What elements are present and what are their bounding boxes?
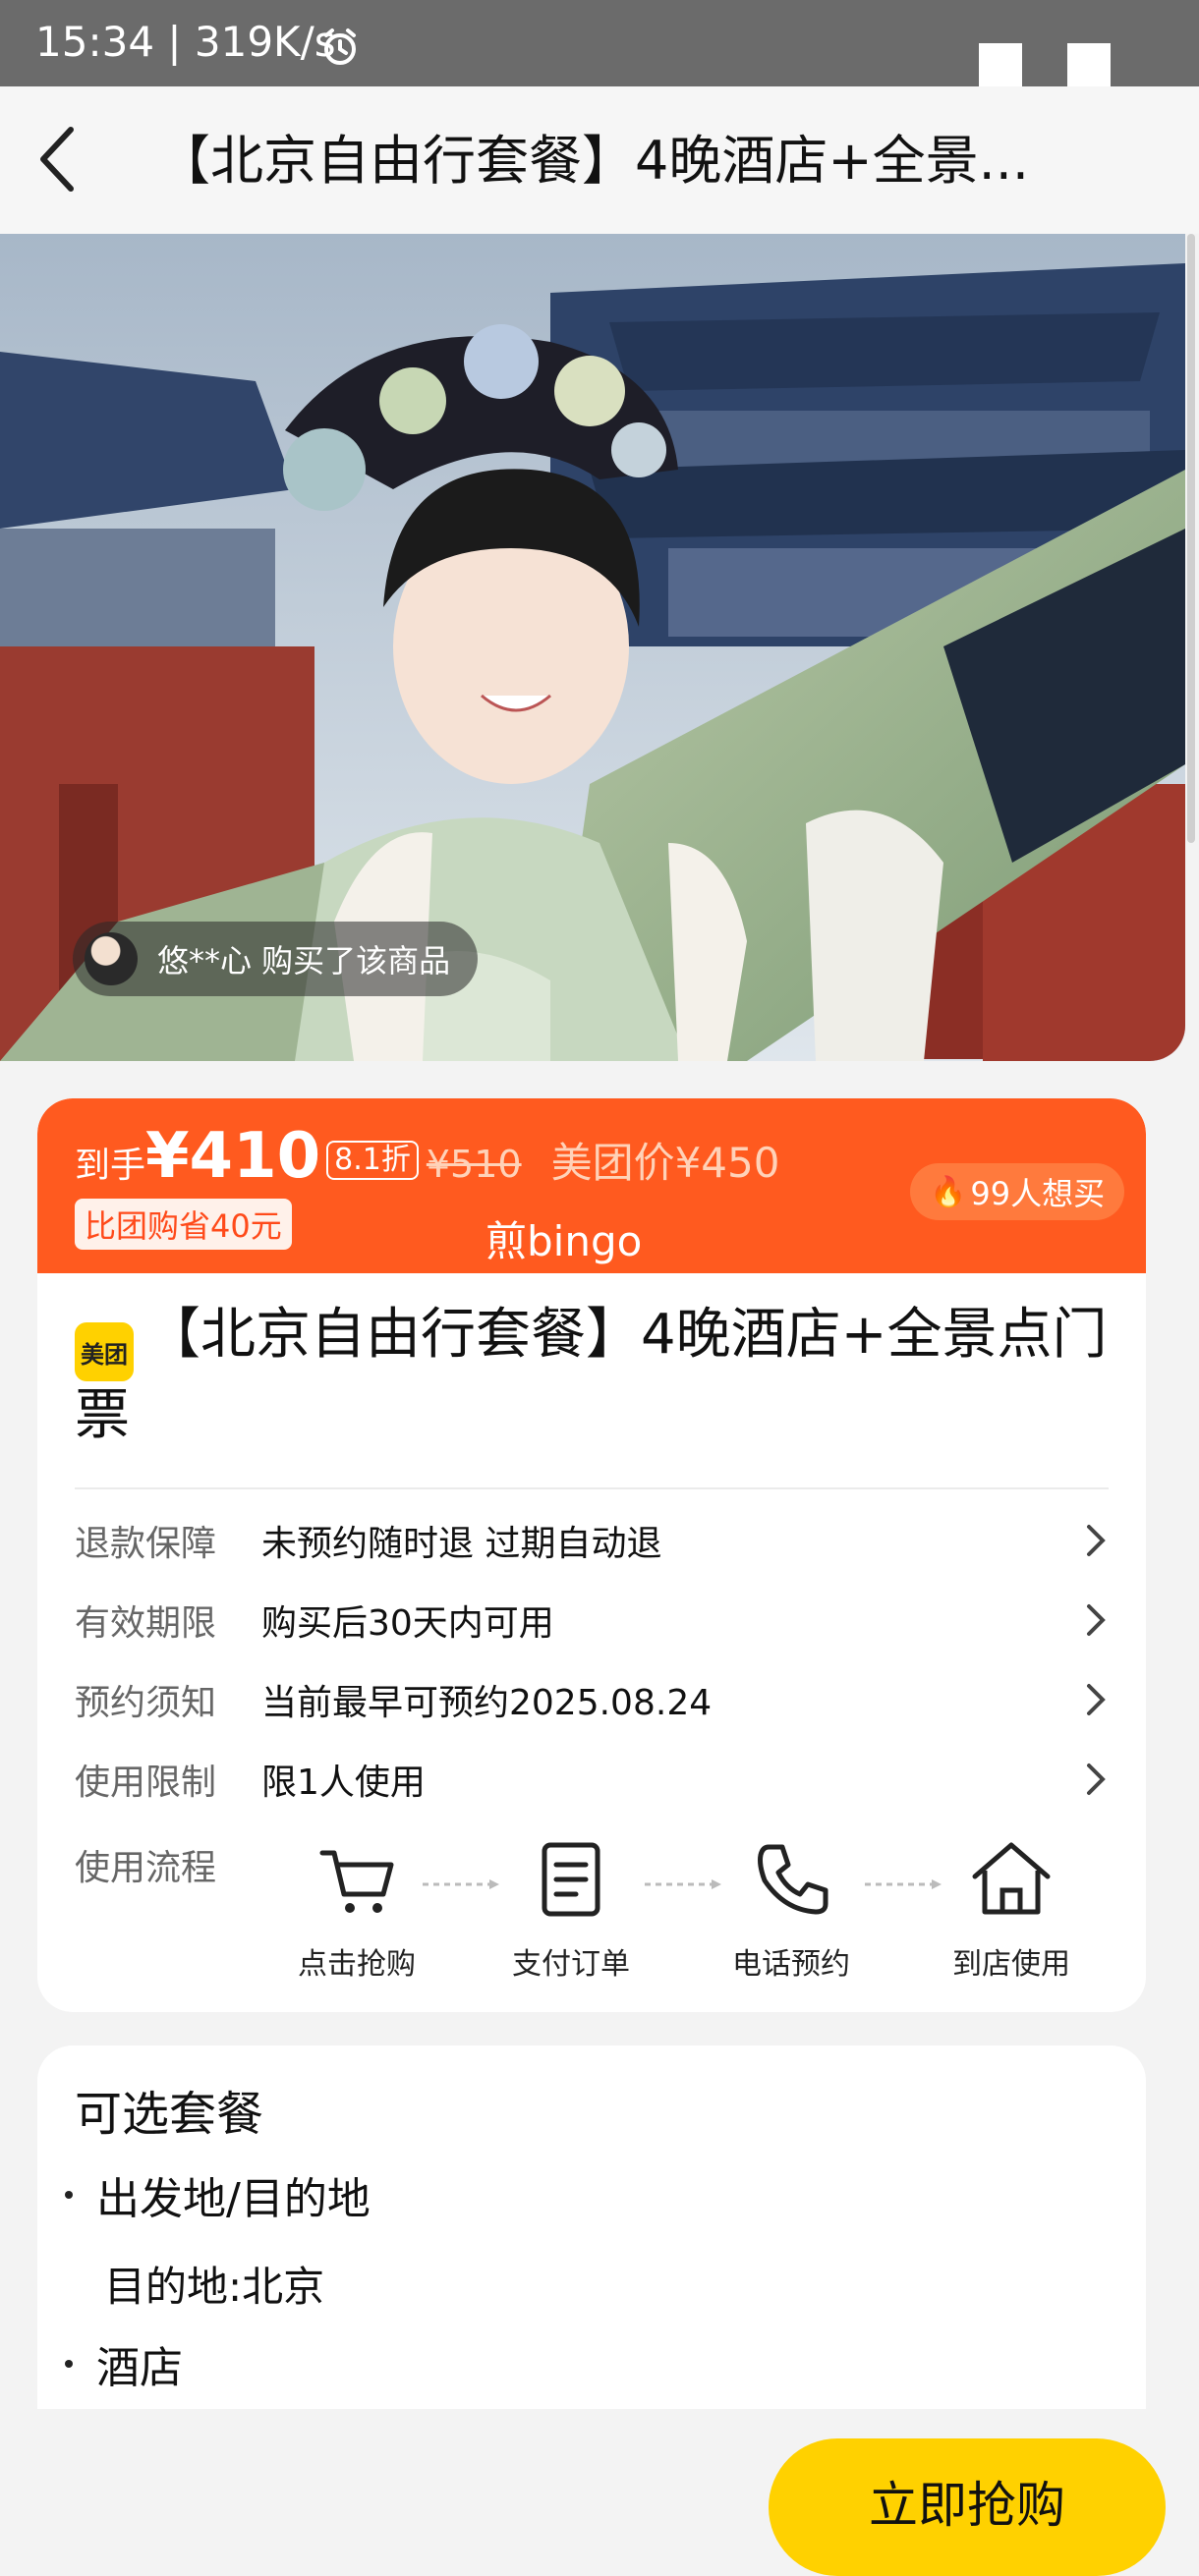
info-value: 购买后30天内可用: [261, 1603, 554, 1644]
info-row-booking[interactable]: 预约须知 当前最早可预约2025.08.24: [75, 1660, 1109, 1739]
store-icon: [972, 1842, 1051, 1915]
seller-name[interactable]: 煎bingo: [485, 1208, 642, 1268]
fire-icon: 🔥: [930, 1174, 967, 1209]
chevron-right-icon: [1087, 1764, 1106, 1795]
product-title-block: 美团 【北京自由行套餐】4晚酒店+全景点门票: [75, 1295, 1116, 1456]
package-heading: 可选套餐: [75, 2087, 264, 2142]
chevron-right-icon: [1087, 1525, 1106, 1556]
buyer-avatar: [85, 932, 138, 985]
meituan-logo: 美团: [75, 1322, 134, 1381]
page-title: 【北京自由行套餐】4晚酒店+全景...: [157, 132, 1030, 191]
package-item: 出发地/目的地: [65, 2163, 371, 2226]
discount-badge: 8.1折: [326, 1141, 419, 1180]
package-item: 酒店: [65, 2332, 183, 2395]
price-line: 到手 ¥410 8.1折 ¥510 美团价¥450: [75, 1120, 779, 1193]
info-label: 使用限制: [75, 1763, 217, 1803]
status-icon-block: [979, 43, 1022, 86]
want-count: 99人想买: [970, 1175, 1106, 1212]
flow-step-call: 电话预约: [708, 1835, 875, 1983]
product-card: 到手 ¥410 8.1折 ¥510 美团价¥450 比团购省40元 煎bingo…: [37, 1098, 1146, 2012]
back-icon[interactable]: [33, 122, 83, 196]
info-value: 限1人使用: [261, 1763, 426, 1803]
flow-step-label: 到店使用: [952, 1947, 1070, 1982]
flow-label: 使用流程: [75, 1848, 217, 1888]
status-text: 15:34 | 319K/s: [35, 18, 336, 66]
title-bar: 【北京自由行套餐】4晚酒店+全景...: [0, 86, 1199, 234]
meituan-price: 美团价¥450: [550, 1139, 780, 1187]
status-icon-block: [1067, 43, 1111, 86]
info-label: 预约须知: [75, 1683, 217, 1723]
want-count-badge: 🔥 99人想买: [910, 1163, 1125, 1220]
bullet-dot: [65, 2360, 73, 2368]
status-bar: 15:34 | 319K/s: [0, 0, 1199, 86]
cart-icon: [319, 1850, 394, 1913]
info-value: 当前最早可预约2025.08.24: [261, 1683, 713, 1723]
info-label: 有效期限: [75, 1603, 217, 1644]
price-prefix: 到手: [75, 1146, 146, 1186]
chevron-right-icon: [1087, 1684, 1106, 1715]
order-icon: [542, 1842, 600, 1917]
flow-step-visit: 到店使用: [928, 1835, 1095, 1983]
price-banner: 到手 ¥410 8.1折 ¥510 美团价¥450 比团购省40元 煎bingo…: [37, 1098, 1146, 1273]
flow-step-label: 电话预约: [732, 1947, 850, 1982]
alarm-icon: [324, 28, 356, 65]
package-item-title: 酒店: [96, 2343, 183, 2393]
flow-step-label: 点击抢购: [298, 1947, 416, 1982]
divider: [75, 1487, 1109, 1489]
price-value: ¥410: [145, 1120, 321, 1193]
flow-step-buy: 点击抢购: [273, 1835, 440, 1983]
package-card: 可选套餐 出发地/目的地 目的地:北京 酒店: [37, 2045, 1146, 2409]
product-title: 【北京自由行套餐】4晚酒店+全景点门票: [75, 1303, 1108, 1447]
buy-now-button[interactable]: 立即抢购: [769, 2438, 1166, 2576]
info-row-limit[interactable]: 使用限制 限1人使用: [75, 1740, 1109, 1819]
package-item-detail: 目的地:北京: [104, 2263, 325, 2311]
bullet-dot: [65, 2191, 73, 2199]
info-label: 退款保障: [75, 1524, 217, 1564]
package-item-title: 出发地/目的地: [96, 2174, 371, 2224]
original-price: ¥510: [426, 1143, 522, 1186]
phone-icon: [758, 1844, 828, 1915]
buyer-toast: 悠**心 购买了该商品: [73, 922, 479, 996]
flow-step-pay: 支付订单: [487, 1835, 655, 1983]
info-value: 未预约随时退 过期自动退: [261, 1524, 662, 1564]
hero-scrollbar[interactable]: [1187, 234, 1195, 843]
chevron-right-icon: [1087, 1604, 1106, 1636]
flow-step-label: 支付订单: [512, 1947, 630, 1982]
save-badge: 比团购省40元: [75, 1199, 292, 1250]
info-row-validity[interactable]: 有效期限 购买后30天内可用: [75, 1581, 1109, 1659]
buyer-toast-text: 悠**心 购买了该商品: [157, 942, 451, 980]
info-row-refund[interactable]: 退款保障 未预约随时退 过期自动退: [75, 1501, 1109, 1580]
